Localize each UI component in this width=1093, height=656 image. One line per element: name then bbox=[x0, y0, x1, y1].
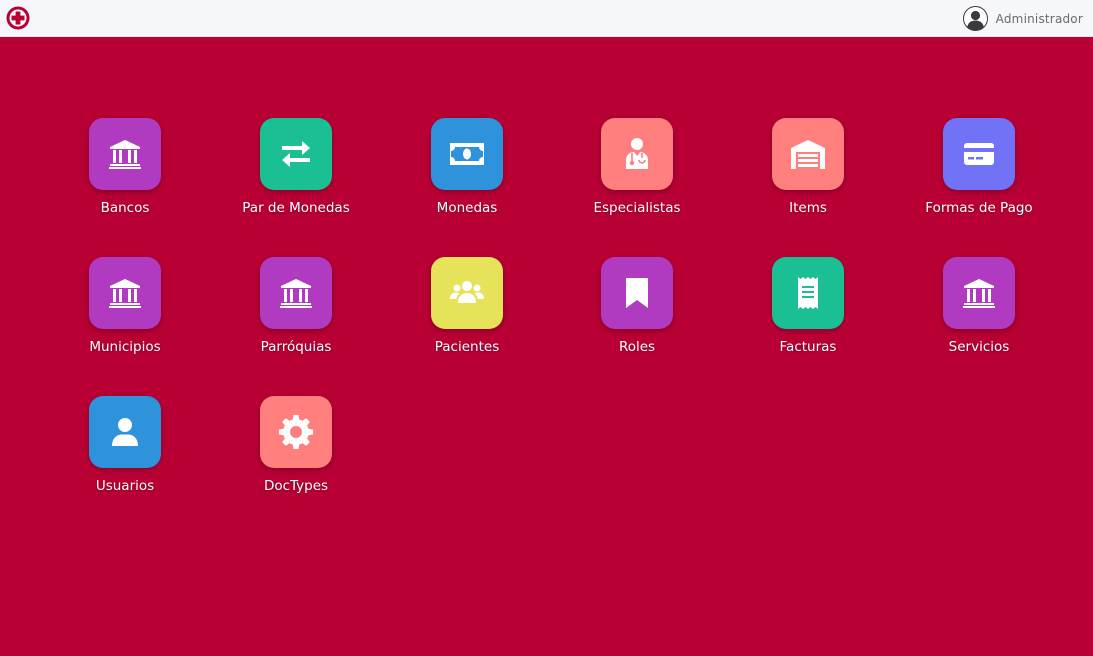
module-tile-par-de-monedas[interactable]: Par de Monedas bbox=[226, 118, 366, 230]
module-icon-box bbox=[260, 257, 332, 329]
module-tile-monedas[interactable]: Monedas bbox=[397, 118, 537, 230]
user-menu[interactable]: Administrador bbox=[962, 0, 1083, 37]
module-tile-facturas[interactable]: Facturas bbox=[738, 257, 878, 369]
module-icon-box bbox=[431, 118, 503, 190]
module-label: Pacientes bbox=[434, 339, 500, 355]
module-tile-especialistas[interactable]: Especialistas bbox=[567, 118, 707, 230]
module-tile-formas-de-pago[interactable]: Formas de Pago bbox=[909, 118, 1049, 230]
module-label: Par de Monedas bbox=[242, 200, 350, 216]
receipt-icon bbox=[798, 277, 818, 309]
bookmark-icon bbox=[626, 278, 648, 308]
user-icon bbox=[112, 418, 138, 446]
module-tile-usuarios[interactable]: Usuarios bbox=[55, 396, 195, 508]
user-name: Administrador bbox=[995, 11, 1083, 26]
user-avatar-icon bbox=[962, 6, 988, 31]
module-label: Roles bbox=[618, 339, 656, 355]
module-tile-servicios[interactable]: Servicios bbox=[909, 257, 1049, 369]
bank-icon bbox=[963, 279, 995, 308]
warehouse-icon bbox=[791, 140, 825, 169]
module-label: Bancos bbox=[100, 200, 150, 216]
module-tile-bancos[interactable]: Bancos bbox=[55, 118, 195, 230]
module-icon-box bbox=[772, 257, 844, 329]
users-icon bbox=[450, 281, 484, 303]
bank-icon bbox=[280, 279, 312, 308]
navbar: Administrador bbox=[0, 0, 1093, 37]
module-icon-box bbox=[89, 396, 161, 468]
money-bill-icon bbox=[450, 143, 484, 165]
bank-icon bbox=[109, 140, 141, 169]
module-icon-box bbox=[943, 257, 1015, 329]
module-label: Facturas bbox=[779, 339, 837, 355]
module-tile-municipios[interactable]: Municipios bbox=[55, 257, 195, 369]
gear-icon bbox=[279, 415, 313, 449]
module-tile-pacientes[interactable]: Pacientes bbox=[397, 257, 537, 369]
module-tile-parroquias[interactable]: Parróquias bbox=[226, 257, 366, 369]
module-tile-roles[interactable]: Roles bbox=[567, 257, 707, 369]
module-label: Items bbox=[789, 200, 827, 216]
bank-icon bbox=[109, 279, 141, 308]
module-icon-box bbox=[601, 257, 673, 329]
module-grid: Bancos Par de Monedas Monedas Especialis… bbox=[0, 38, 1093, 656]
module-icon-box bbox=[943, 118, 1015, 190]
module-label: Monedas bbox=[436, 200, 498, 216]
module-label: Municipios bbox=[89, 339, 161, 355]
module-icon-box bbox=[260, 118, 332, 190]
module-label: DocTypes bbox=[263, 478, 329, 494]
module-tile-doctypes[interactable]: DocTypes bbox=[226, 396, 366, 508]
exchange-arrows-icon bbox=[282, 141, 310, 167]
module-icon-box bbox=[772, 118, 844, 190]
module-label: Parróquias bbox=[260, 339, 332, 355]
module-icon-box bbox=[89, 118, 161, 190]
doctor-icon bbox=[626, 138, 648, 169]
module-label: Especialistas bbox=[593, 200, 681, 216]
module-icon-box bbox=[89, 257, 161, 329]
module-icon-box bbox=[601, 118, 673, 190]
credit-card-icon bbox=[964, 143, 994, 165]
module-icon-box bbox=[431, 257, 503, 329]
module-label: Formas de Pago bbox=[925, 200, 1033, 216]
module-icon-box bbox=[260, 396, 332, 468]
app-logo-icon[interactable] bbox=[6, 6, 30, 30]
module-label: Servicios bbox=[948, 339, 1010, 355]
module-tile-items[interactable]: Items bbox=[738, 118, 878, 230]
module-label: Usuarios bbox=[95, 478, 155, 494]
